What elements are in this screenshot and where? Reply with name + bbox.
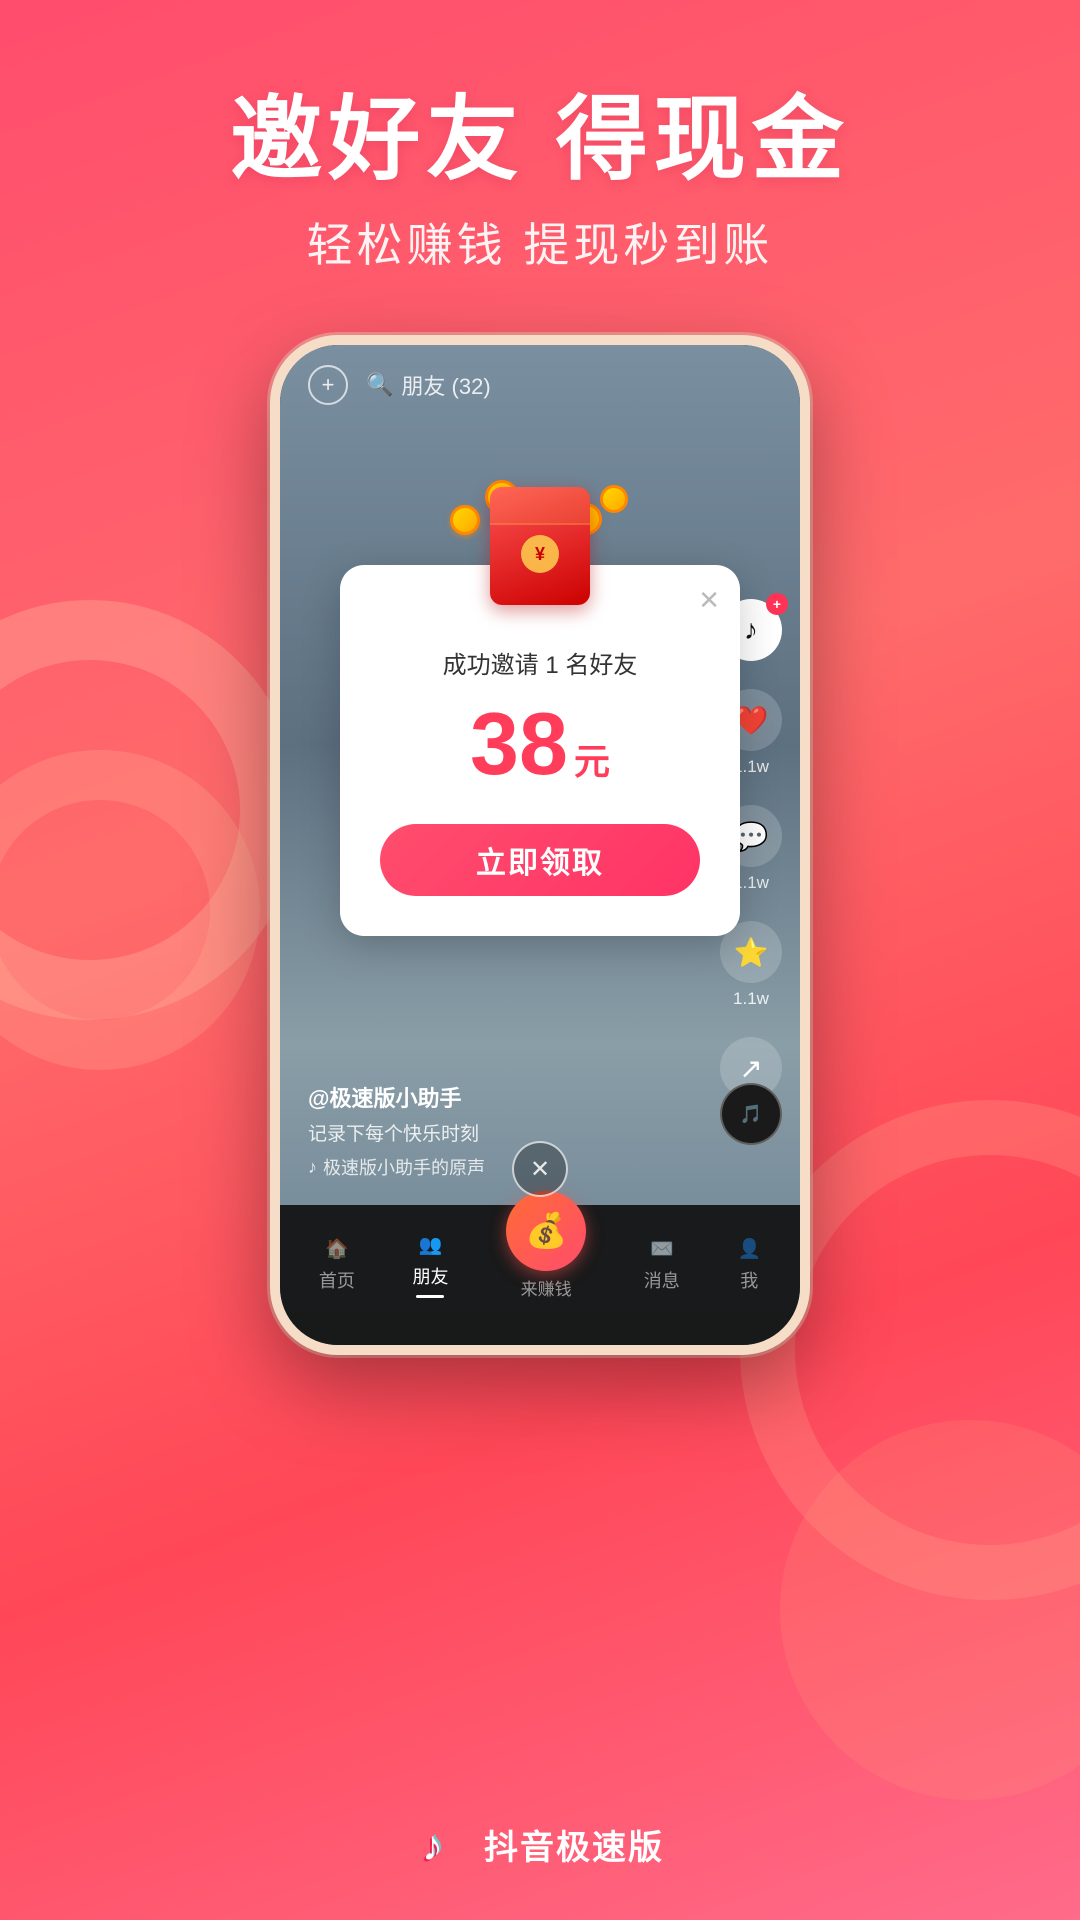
app-logo: ♪ ♪ ♪	[416, 1818, 468, 1870]
nav-profile[interactable]: 👤 我	[737, 1237, 761, 1293]
video-desc: 记录下每个快乐时刻	[308, 1119, 485, 1146]
earn-icon: 💰	[506, 1191, 586, 1271]
phone-mockup: + 🔍 朋友 (32)	[270, 335, 810, 1355]
claim-button[interactable]: 立即领取	[380, 824, 700, 896]
music-note-icon: 🎵	[740, 1104, 762, 1125]
sub-title: 轻松赚钱 提现秒到账	[230, 209, 850, 275]
reward-decoration: ¥	[440, 495, 640, 605]
popup-subtitle: 成功邀请 1 名好友	[380, 645, 700, 680]
popup-amount-row: 38元	[380, 700, 700, 788]
plus-icon: +	[322, 372, 335, 398]
profile-icon: 👤	[737, 1237, 761, 1261]
phone-frame: + 🔍 朋友 (32)	[270, 335, 810, 1355]
video-user: @极速版小助手	[308, 1081, 485, 1113]
nav-home[interactable]: 🏠 首页	[319, 1237, 355, 1293]
bottom-nav: 🏠 首页 👥 朋友 💰 来赚钱 ✉️ 消息	[280, 1205, 800, 1345]
messages-icon: ✉️	[650, 1237, 674, 1261]
header-section: 邀好友 得现金 轻松赚钱 提现秒到账	[230, 0, 850, 275]
coin-1	[450, 505, 480, 535]
popup-amount: 38	[470, 694, 568, 793]
star-icon-item[interactable]: ⭐ 1.1w	[720, 921, 782, 1009]
nav-earn-label: 来赚钱	[521, 1275, 572, 1300]
star-count: 1.1w	[733, 989, 769, 1009]
nav-friends[interactable]: 👥 朋友	[412, 1233, 448, 1298]
brand-name: 抖音极速版	[484, 1820, 664, 1869]
bottom-branding: ♪ ♪ ♪ 抖音极速版	[0, 1818, 1080, 1870]
search-area[interactable]: 🔍 朋友 (32)	[366, 369, 491, 401]
friends-icon: 👥	[419, 1233, 443, 1257]
background: 邀好友 得现金 轻松赚钱 提现秒到账 + 🔍 朋友 (32)	[0, 0, 1080, 1920]
nav-messages-label: 消息	[644, 1267, 680, 1293]
nav-earn[interactable]: 💰 来赚钱	[506, 1191, 586, 1300]
popup-close-button[interactable]: ✕	[698, 585, 720, 616]
video-music: ♪ 极速版小助手的原声	[308, 1154, 485, 1180]
phone-topbar: + 🔍 朋友 (32)	[280, 345, 800, 425]
svg-text:♪: ♪	[422, 1822, 443, 1869]
reward-popup: ¥ ✕ 成功邀请 1 名好友 38元 立即领取	[340, 565, 740, 936]
home-icon: 🏠	[325, 1237, 349, 1261]
music-icon: ♪	[308, 1157, 317, 1178]
dismiss-button[interactable]: ✕	[512, 1141, 568, 1197]
red-envelope: ¥	[490, 487, 590, 605]
nav-profile-label: 我	[740, 1267, 758, 1293]
add-button[interactable]: +	[308, 365, 348, 405]
popup-unit: 元	[574, 741, 610, 782]
main-title: 邀好友 得现金	[230, 90, 850, 191]
x-icon: ✕	[530, 1155, 550, 1184]
nav-active-indicator	[416, 1295, 444, 1298]
video-info: @极速版小助手 记录下每个快乐时刻 ♪ 极速版小助手的原声	[308, 1081, 485, 1180]
nav-friends-label: 朋友	[412, 1263, 448, 1289]
music-name: 极速版小助手的原声	[323, 1154, 485, 1180]
search-label: 朋友 (32)	[401, 369, 490, 401]
nav-home-label: 首页	[319, 1267, 355, 1293]
coin-5	[600, 485, 628, 513]
search-icon: 🔍	[366, 372, 393, 398]
nav-messages[interactable]: ✉️ 消息	[644, 1237, 680, 1293]
music-disc[interactable]: 🎵	[720, 1083, 782, 1145]
